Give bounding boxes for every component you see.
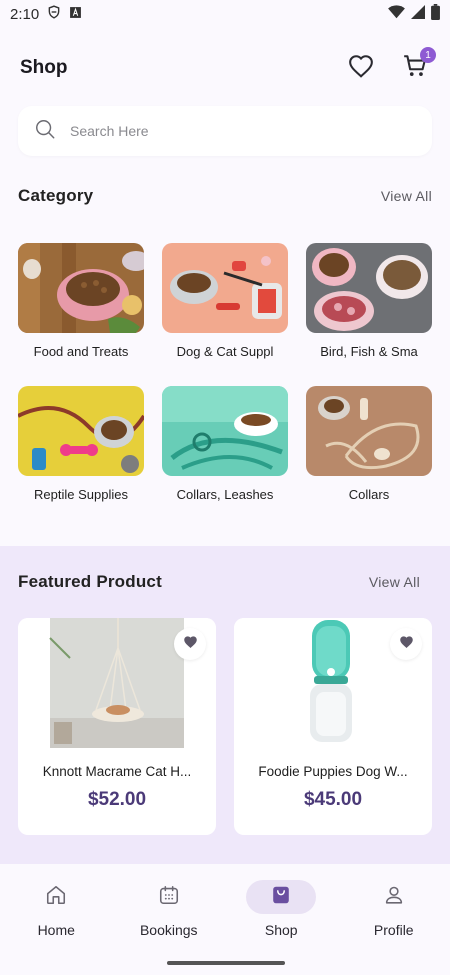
search-bar[interactable] bbox=[18, 106, 432, 156]
wifi-icon bbox=[388, 5, 405, 23]
nav-item-profile[interactable]: Profile bbox=[338, 864, 450, 975]
category-label: Collars bbox=[348, 487, 390, 502]
product-image-dog-water-bottle bbox=[234, 618, 432, 748]
heart-outline-icon bbox=[348, 54, 374, 83]
category-label: Food and Treats bbox=[33, 344, 129, 359]
featured-title: Featured Product bbox=[18, 572, 162, 591]
category-header: Category View All bbox=[18, 186, 432, 206]
wishlist-button[interactable] bbox=[346, 53, 376, 83]
category-title: Category bbox=[18, 186, 94, 205]
bottom-navigation: Home Bookings Shop Profile bbox=[0, 864, 450, 975]
category-image-bird-fish-small bbox=[306, 243, 432, 333]
category-label: Bird, Fish & Sma bbox=[320, 344, 418, 359]
category-card-bird-fish-small[interactable]: Bird, Fish & Sma bbox=[306, 243, 432, 370]
status-bar: 2:10 bbox=[0, 0, 450, 28]
product-name: Foodie Puppies Dog W... bbox=[258, 764, 408, 779]
nav-label: Profile bbox=[373, 922, 414, 938]
shield-status-icon bbox=[47, 5, 61, 23]
app-header: Shop 1 bbox=[0, 47, 450, 88]
category-grid: Food and Treats Dog & Cat Suppl Bird, Fi… bbox=[18, 243, 432, 513]
nav-item-home[interactable]: Home bbox=[0, 864, 113, 975]
category-card-dog-cat-supplies[interactable]: Dog & Cat Suppl bbox=[162, 243, 288, 370]
search-icon bbox=[34, 118, 56, 145]
home-icon bbox=[45, 884, 67, 911]
person-icon bbox=[383, 884, 405, 911]
featured-products: Knnott Macrame Cat H... $52.00 Foodie Pu… bbox=[18, 618, 432, 835]
calendar-icon bbox=[158, 884, 180, 911]
favorite-button[interactable] bbox=[390, 628, 422, 660]
nav-label: Bookings bbox=[139, 922, 198, 938]
product-price: $52.00 bbox=[87, 789, 147, 810]
product-price: $45.00 bbox=[303, 789, 363, 810]
featured-header: Featured Product View All bbox=[18, 572, 432, 592]
category-card-reptile-supplies[interactable]: Reptile Supplies bbox=[18, 386, 144, 513]
category-label: Reptile Supplies bbox=[34, 487, 128, 502]
category-image-reptile-supplies bbox=[18, 386, 144, 476]
cart-button[interactable]: 1 bbox=[400, 47, 436, 83]
shopping-bag-icon bbox=[270, 884, 292, 911]
signal-icon bbox=[411, 5, 425, 23]
favorite-button[interactable] bbox=[174, 628, 206, 660]
product-card[interactable]: Foodie Puppies Dog W... $45.00 bbox=[234, 618, 432, 835]
category-image-food-treats bbox=[18, 243, 144, 333]
status-time: 2:10 bbox=[10, 5, 40, 23]
nav-label: Home bbox=[37, 922, 75, 938]
category-card-collars-leashes[interactable]: Collars, Leashes bbox=[162, 386, 288, 513]
featured-view-all-link[interactable]: View All bbox=[369, 574, 420, 590]
product-name: Knnott Macrame Cat H... bbox=[42, 764, 192, 779]
cart-count-badge: 1 bbox=[420, 47, 436, 63]
category-image-dog-cat-supplies bbox=[162, 243, 288, 333]
category-view-all-link[interactable]: View All bbox=[381, 188, 432, 204]
heart-icon bbox=[399, 635, 414, 654]
battery-icon bbox=[431, 4, 440, 24]
product-image-macrame-cat-hammock bbox=[18, 618, 216, 748]
gesture-home-indicator[interactable] bbox=[167, 961, 285, 965]
category-label: Collars, Leashes bbox=[176, 487, 274, 502]
nav-item-bookings[interactable]: Bookings bbox=[113, 864, 226, 975]
category-image-collars-leashes bbox=[162, 386, 288, 476]
heart-icon bbox=[183, 635, 198, 654]
category-card-food-treats[interactable]: Food and Treats bbox=[18, 243, 144, 370]
category-label: Dog & Cat Suppl bbox=[176, 344, 274, 359]
category-image-collars bbox=[306, 386, 432, 476]
product-card[interactable]: Knnott Macrame Cat H... $52.00 bbox=[18, 618, 216, 835]
category-card-collars[interactable]: Collars bbox=[306, 386, 432, 513]
search-input[interactable] bbox=[70, 123, 390, 139]
nav-item-shop[interactable]: Shop bbox=[225, 864, 338, 975]
page-title: Shop bbox=[20, 57, 68, 78]
font-status-icon bbox=[69, 6, 82, 23]
nav-label: Shop bbox=[264, 922, 298, 938]
